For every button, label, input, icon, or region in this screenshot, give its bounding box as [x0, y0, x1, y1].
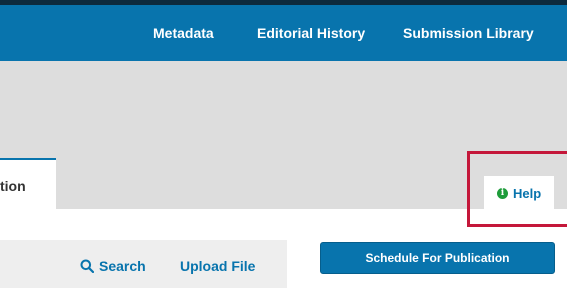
- tab-publication[interactable]: tion: [0, 158, 56, 209]
- nav-link-metadata[interactable]: Metadata: [153, 5, 214, 61]
- info-icon: i: [497, 187, 508, 199]
- schedule-for-publication-button[interactable]: Schedule For Publication: [320, 242, 555, 274]
- upload-file-label: Upload File: [180, 258, 256, 274]
- search-icon: [80, 259, 94, 273]
- nav-link-submission-library[interactable]: Submission Library: [403, 5, 534, 61]
- search-button[interactable]: Search: [80, 240, 146, 288]
- help-label: Help: [513, 185, 542, 201]
- top-navbar: Metadata Editorial History Submission Li…: [0, 5, 567, 61]
- search-label: Search: [99, 258, 146, 274]
- file-toolbar: Search Upload File: [0, 240, 287, 288]
- upload-file-button[interactable]: Upload File: [180, 240, 255, 288]
- nav-link-editorial-history[interactable]: Editorial History: [257, 5, 365, 61]
- tab-label: tion: [0, 178, 26, 194]
- help-button[interactable]: i Help: [484, 176, 554, 209]
